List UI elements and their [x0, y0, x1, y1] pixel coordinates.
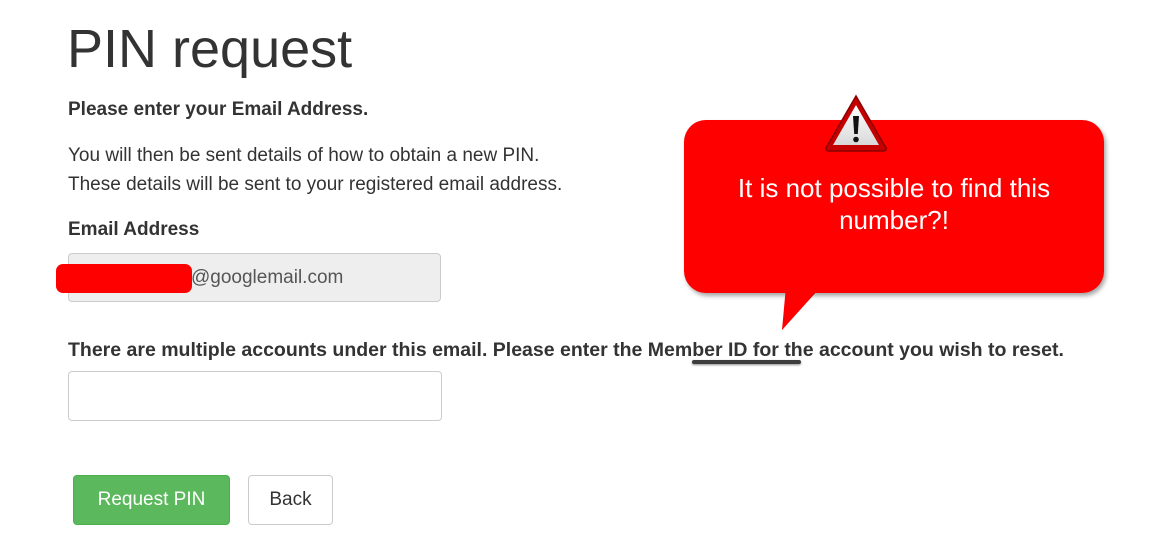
member-id-prompt: There are multiple accounts under this e…	[68, 338, 1064, 362]
warning-icon	[825, 94, 887, 152]
member-id-input[interactable]	[68, 371, 442, 421]
instruction-line-2: These details will be sent to your regis…	[68, 174, 563, 195]
callout-text: It is not possible to find this number?!	[737, 173, 1051, 235]
instruction-heading: Please enter your Email Address.	[68, 99, 369, 120]
member-id-prompt-end: for the account you wish to reset.	[747, 339, 1064, 361]
member-id-prompt-start: There are multiple accounts under this e…	[68, 339, 648, 361]
email-value: @googlemail.com	[191, 267, 344, 288]
email-field-label: Email Address	[68, 219, 200, 240]
page-title: PIN request	[67, 19, 353, 79]
back-button[interactable]: Back	[248, 475, 333, 525]
member-id-highlight: Member ID	[647, 339, 748, 361]
email-redaction-mark	[56, 264, 192, 293]
request-pin-button[interactable]: Request PIN	[73, 475, 230, 525]
instruction-line-1: You will then be sent details of how to …	[68, 145, 540, 166]
member-id-underline	[692, 360, 801, 364]
